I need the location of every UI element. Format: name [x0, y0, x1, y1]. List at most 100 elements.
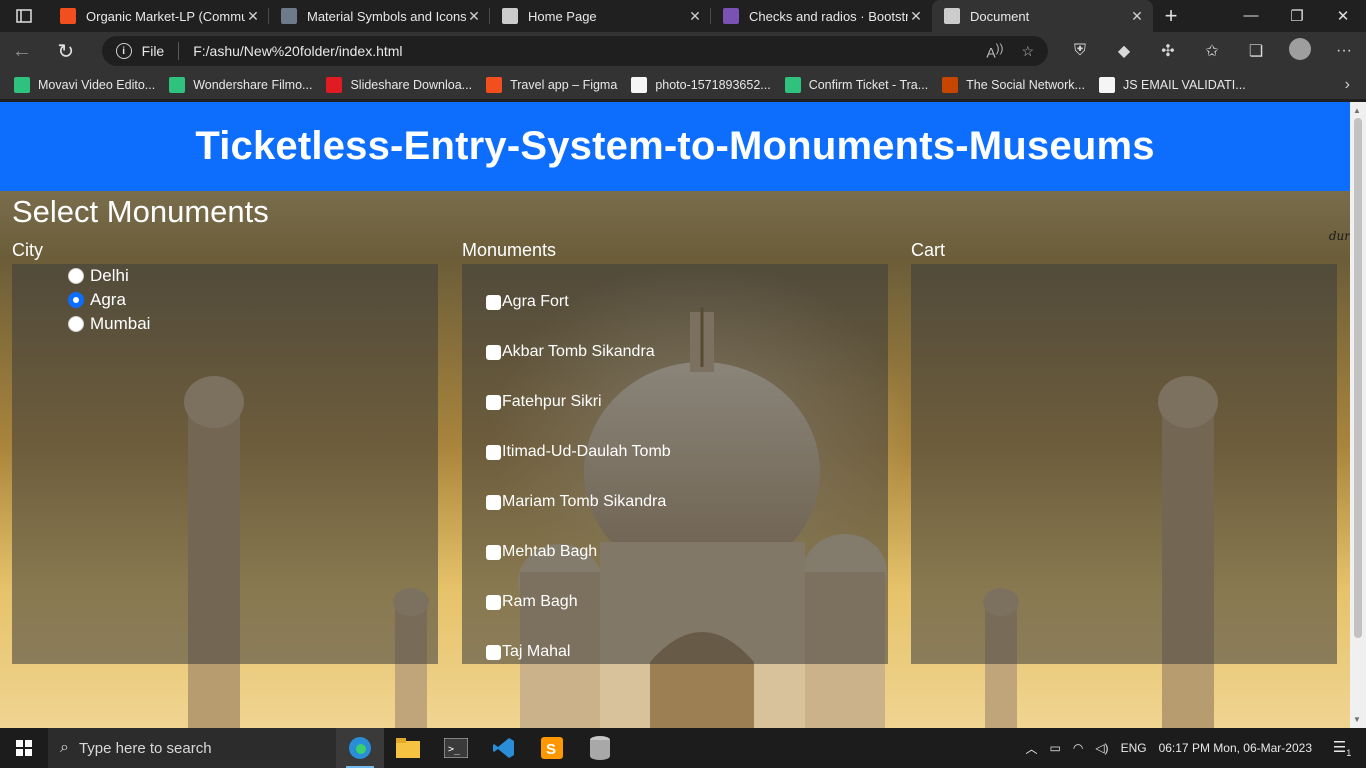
tab-close-icon[interactable]: ✕ — [245, 8, 261, 25]
monument-option[interactable]: Fatehpur Sikri — [486, 377, 888, 427]
bookmark-item[interactable]: photo-1571893652... — [631, 76, 771, 93]
volume-icon[interactable]: ◁) — [1095, 741, 1108, 755]
city-radio[interactable] — [68, 316, 84, 332]
material-icon — [281, 8, 297, 24]
tab-close-icon[interactable]: ✕ — [687, 8, 703, 25]
file-explorer-icon[interactable] — [384, 728, 432, 768]
profile-avatar[interactable] — [1278, 37, 1322, 65]
city-radio[interactable] — [68, 292, 84, 308]
monument-checkbox[interactable] — [486, 294, 501, 310]
monument-option[interactable]: Mehtab Bagh — [486, 527, 888, 577]
browser-tab[interactable]: Document ✕ — [932, 0, 1153, 32]
back-icon[interactable]: ← — [0, 40, 44, 63]
tab-close-icon[interactable]: ✕ — [466, 8, 482, 25]
monument-label[interactable]: Itimad-Ud-Daulah Tomb — [502, 443, 671, 461]
shield-icon[interactable]: ⛨ — [1058, 42, 1102, 60]
city-option[interactable]: Agra — [68, 288, 438, 312]
wifi-icon[interactable]: ◠ — [1073, 741, 1083, 755]
tab-title: Document — [970, 8, 1030, 24]
windows-start-icon[interactable] — [0, 728, 48, 768]
monument-label[interactable]: Akbar Tomb Sikandra — [502, 343, 655, 361]
monument-option[interactable]: Ram Bagh — [486, 577, 888, 627]
bookmark-item[interactable]: JS EMAIL VALIDATI... — [1098, 76, 1246, 93]
show-hidden-icons-chevron-icon[interactable]: ︿ — [1025, 740, 1037, 757]
city-option-label[interactable]: Agra — [90, 290, 126, 310]
monument-label[interactable]: Mariam Tomb Sikandra — [502, 493, 666, 511]
info-icon[interactable]: i — [115, 43, 132, 59]
tab-strip: Organic Market-LP (Commun ✕ Material Symbo… — [0, 0, 1366, 32]
city-option-label[interactable]: Delhi — [90, 266, 129, 286]
bookmark-item[interactable]: The Social Network... — [942, 76, 1085, 93]
tab-close-icon[interactable]: ✕ — [1129, 8, 1145, 25]
monument-label[interactable]: Mehtab Bagh — [502, 543, 597, 561]
monument-option[interactable]: Taj Mahal — [486, 627, 888, 677]
city-option[interactable]: Delhi — [68, 264, 438, 288]
monument-checkbox[interactable] — [486, 594, 501, 610]
bookmark-item[interactable]: Travel app – Figma — [486, 76, 617, 93]
monument-checkbox[interactable] — [486, 644, 501, 660]
monument-checkbox[interactable] — [486, 394, 501, 410]
movavi-icon — [14, 76, 30, 93]
page-viewport: Ticketless-Entry-System-to-Monuments-Mus… — [0, 102, 1350, 728]
monument-label[interactable]: Ram Bagh — [502, 593, 578, 611]
favorites-icon[interactable]: ✩ — [1190, 41, 1234, 61]
extensions-icon[interactable]: ✣ — [1146, 41, 1190, 61]
taskbar-clock[interactable]: 06:17 PM Mon, 06-Mar-2023 — [1159, 741, 1312, 755]
browser-tab[interactable]: Material Symbols and Icons - ✕ — [269, 0, 490, 32]
search-icon: ⌕ — [60, 739, 69, 756]
tab-actions-menu-icon[interactable] — [0, 0, 48, 32]
monument-checkbox[interactable] — [486, 544, 501, 560]
bookmarks-overflow-chevron-icon[interactable]: › — [1345, 76, 1350, 94]
vscode-icon[interactable] — [480, 728, 528, 768]
monument-option[interactable]: Agra Fort — [486, 277, 888, 327]
monument-checkbox[interactable] — [486, 494, 501, 510]
address-bar[interactable]: i File F:/ashu/New%20folder/index.html A… — [101, 36, 1048, 66]
city-option[interactable]: Mumbai — [68, 312, 438, 336]
city-option-label[interactable]: Mumbai — [90, 314, 150, 334]
monument-option[interactable]: Mariam Tomb Sikandra — [486, 477, 888, 527]
monument-option[interactable]: Itimad-Ud-Daulah Tomb — [486, 427, 888, 477]
monument-label[interactable]: Fatehpur Sikri — [502, 393, 602, 411]
bookmark-item[interactable]: Confirm Ticket - Tra... — [784, 76, 928, 93]
terminal-icon[interactable]: >_ — [432, 728, 480, 768]
scrollbar-thumb[interactable] — [1354, 118, 1362, 638]
restore-icon[interactable]: ❐ — [1274, 7, 1320, 25]
city-radio[interactable] — [68, 268, 84, 284]
page-scrollbar[interactable]: ▲ ▼ — [1350, 102, 1366, 728]
taskbar-search[interactable]: ⌕ Type here to search — [48, 728, 336, 768]
monument-label[interactable]: Taj Mahal — [502, 643, 570, 661]
bookmark-item[interactable]: Movavi Video Edito... — [14, 76, 155, 93]
extension-colorful-icon[interactable]: ◆ — [1102, 41, 1146, 61]
scroll-up-icon[interactable]: ▲ — [1353, 106, 1361, 115]
monument-option[interactable]: Akbar Tomb Sikandra — [486, 327, 888, 377]
notifications-icon[interactable]: ☰1 — [1324, 738, 1360, 758]
bookmark-item[interactable]: Wondershare Filmo... — [169, 76, 312, 93]
refresh-icon[interactable]: ↻ — [44, 39, 88, 64]
database-icon[interactable] — [576, 728, 624, 768]
battery-icon[interactable]: ▭ — [1050, 741, 1061, 755]
scroll-down-icon[interactable]: ▼ — [1353, 715, 1361, 724]
tab-title: Home Page — [528, 8, 597, 24]
tab-close-icon[interactable]: ✕ — [908, 8, 924, 25]
browser-tab[interactable]: Checks and radios · Bootstrap ✕ — [711, 0, 932, 32]
confirmtkt-icon — [784, 76, 801, 93]
monument-checkbox[interactable] — [486, 444, 501, 460]
monument-checkbox[interactable] — [486, 344, 501, 360]
language-indicator[interactable]: ENG — [1121, 741, 1147, 755]
more-menu-icon[interactable]: ··· — [1322, 42, 1366, 60]
collections-icon[interactable]: ❏ — [1234, 41, 1278, 61]
address-url[interactable]: F:/ashu/New%20folder/index.html — [193, 43, 968, 59]
bookmark-item[interactable]: Slideshare Downloa... — [326, 76, 472, 93]
sublime-text-icon[interactable]: S — [528, 728, 576, 768]
read-aloud-icon[interactable]: A)) — [986, 42, 1003, 61]
minimize-icon[interactable]: — — [1228, 7, 1274, 25]
browser-tab[interactable]: Home Page ✕ — [490, 0, 711, 32]
add-favorite-icon[interactable]: ☆ — [1021, 43, 1034, 60]
edge-taskbar-icon[interactable] — [336, 728, 384, 768]
select-monuments-heading: Select Monuments — [12, 194, 269, 229]
browser-tab[interactable]: Organic Market-LP (Commun ✕ — [48, 0, 269, 32]
unsplash-icon — [631, 76, 648, 93]
window-close-icon[interactable]: ✕ — [1320, 7, 1366, 25]
monument-label[interactable]: Agra Fort — [502, 293, 569, 311]
new-tab-button[interactable]: + — [1153, 3, 1189, 29]
